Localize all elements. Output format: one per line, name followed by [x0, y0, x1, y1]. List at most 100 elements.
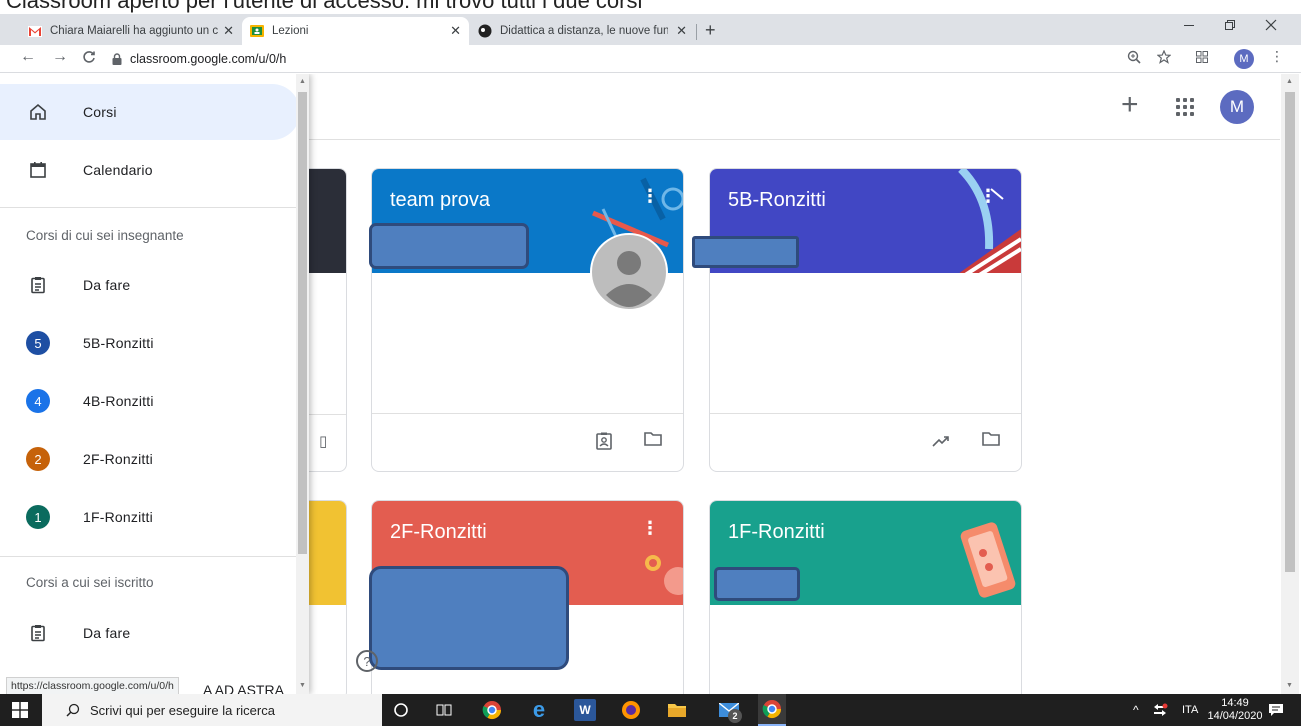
drawer-scrollbar-thumb[interactable] [298, 92, 307, 554]
new-tab-button[interactable]: + [705, 20, 716, 41]
network-icon[interactable] [1152, 694, 1168, 726]
address-bar[interactable]: classroom.google.com/u/0/h [112, 48, 1252, 70]
language-indicator[interactable]: ITA [1182, 694, 1198, 726]
classroom-icon [250, 24, 264, 38]
close-icon[interactable]: ✕ [676, 23, 687, 39]
action-center-icon[interactable] [1268, 694, 1284, 726]
home-icon [26, 100, 50, 124]
course-card-body [710, 273, 1021, 413]
drawer-item-label: Da fare [83, 277, 131, 293]
taskbar-search-box[interactable]: Scrivi qui per eseguire la ricerca [42, 694, 382, 726]
windows-start-button[interactable] [0, 694, 40, 726]
banner-illustration [960, 522, 1016, 598]
drawer-item-enrolled-todo[interactable]: Da fare [0, 605, 300, 661]
word-icon[interactable]: W [574, 699, 596, 721]
drawer-item-1f-ronzitti[interactable]: 1 1F-Ronzitti [0, 489, 300, 545]
clock-time: 14:49 [1221, 697, 1249, 709]
browser-menu-icon[interactable]: ⋮ [1270, 48, 1284, 65]
drawer-item-corsi[interactable]: Corsi [0, 84, 300, 140]
scroll-up-icon[interactable]: ▲ [1286, 78, 1293, 85]
redaction-box [714, 567, 800, 601]
folder-icon[interactable] [644, 432, 662, 451]
course-card-title[interactable]: team prova [390, 189, 490, 212]
user-avatar[interactable]: M [1220, 90, 1254, 124]
drawer-scrollbar[interactable]: ▲ ▼ [296, 74, 309, 694]
more-options-icon[interactable]: ⋮ [979, 187, 997, 205]
gradebook-icon[interactable] [596, 432, 612, 455]
add-class-button[interactable]: + [1121, 88, 1139, 122]
course-badge-wrap: 1 [26, 505, 50, 529]
zoom-icon[interactable] [1127, 50, 1141, 67]
enrolled-section-title: Corsi a cui sei iscritto [26, 575, 154, 590]
course-card-title[interactable]: 5B-Ronzitti [728, 189, 826, 212]
tab-separator [696, 24, 697, 40]
taskbar-search-placeholder: Scrivi qui per eseguire la ricerca [90, 702, 275, 718]
course-card-title[interactable]: 1F-Ronzitti [728, 521, 825, 544]
profile-avatar[interactable]: M [1234, 49, 1254, 69]
course-card-footer [710, 413, 1021, 471]
notification-count-badge: 2 [728, 709, 742, 723]
folder-icon[interactable]: ▯ [319, 432, 327, 450]
drawer-item-label: Corsi [83, 104, 117, 120]
more-options-icon[interactable]: ⋮ [641, 187, 659, 205]
task-view-icon[interactable] [433, 699, 455, 721]
close-icon[interactable]: ✕ [450, 23, 461, 39]
drawer-item-5b-ronzitti[interactable]: 5 5B-Ronzitti [0, 315, 300, 371]
folder-icon[interactable] [982, 432, 1000, 451]
scroll-down-icon[interactable]: ▼ [1286, 682, 1293, 689]
drawer-item-4b-ronzitti[interactable]: 4 4B-Ronzitti [0, 373, 300, 429]
todo-icon [26, 273, 50, 297]
back-button[interactable]: ← [20, 48, 36, 66]
course-badge: 2 [26, 447, 50, 471]
help-icon[interactable]: ? [356, 650, 378, 672]
chrome-icon[interactable] [481, 699, 503, 721]
tab-lezioni[interactable]: Lezioni ✕ [242, 17, 469, 45]
tab-gmail[interactable]: Chiara Maiarelli ha aggiunto un c ✕ [20, 17, 242, 45]
edge-icon[interactable]: e [528, 697, 550, 722]
course-card-5b-ronzitti[interactable]: 5B-Ronzitti ⋮ [709, 168, 1022, 472]
taskbar-clock[interactable]: 14:49 14/04/2020 [1207, 694, 1262, 726]
lock-icon [112, 53, 122, 65]
mail-icon[interactable]: 2 [712, 699, 746, 723]
file-explorer-icon[interactable] [666, 699, 688, 721]
drawer-item-calendario[interactable]: Calendario [0, 142, 300, 198]
drawer-item-label: 2F-Ronzitti [83, 451, 153, 467]
drawer-divider [0, 207, 309, 208]
drawer-item-2f-ronzitti[interactable]: 2 2F-Ronzitti [0, 431, 300, 487]
firefox-icon[interactable] [620, 699, 642, 721]
cortana-icon[interactable] [390, 699, 412, 721]
drawer-item-teaching-todo[interactable]: Da fare [0, 257, 300, 313]
page-scrollbar[interactable]: ▲ ▼ [1281, 74, 1299, 694]
more-options-icon[interactable]: ⋮ [641, 519, 659, 537]
window-close-icon[interactable] [1265, 18, 1277, 34]
chrome-icon[interactable] [758, 694, 786, 726]
close-icon[interactable]: ✕ [223, 23, 234, 39]
minimize-icon[interactable] [1183, 18, 1195, 34]
tab-didattica-title: Didattica a distanza, le nuove fun [500, 25, 668, 37]
course-badge-wrap: 2 [26, 447, 50, 471]
tab-didattica[interactable]: Didattica a distanza, le nuove fun ✕ [470, 17, 695, 45]
restore-icon[interactable] [1224, 18, 1236, 34]
browser-toolbar: ← → classroom.google.com/u/0/h M ⋮ [0, 45, 1301, 73]
reload-button[interactable] [82, 48, 96, 69]
apps-grid-icon[interactable] [1176, 98, 1194, 116]
tray-expand-icon[interactable]: ^ [1133, 694, 1139, 726]
trending-up-icon[interactable] [932, 434, 950, 452]
scroll-up-icon[interactable]: ▲ [299, 78, 306, 85]
screen: Classroom aperto per l'utente di accesso… [0, 0, 1301, 726]
drawer-item-label: 5B-Ronzitti [83, 335, 154, 351]
redaction-box [692, 236, 799, 268]
bookmark-star-icon[interactable] [1156, 49, 1172, 67]
drawer-item-partial-label[interactable]: A AD ASTRA [203, 682, 284, 694]
extension-icon[interactable] [1196, 50, 1208, 66]
drawer-item-label: Da fare [83, 625, 131, 641]
forward-button[interactable]: → [52, 48, 68, 66]
scroll-down-icon[interactable]: ▼ [299, 682, 306, 689]
drawer-item-label: 1F-Ronzitti [83, 509, 153, 525]
teaching-section-title: Corsi di cui sei insegnante [26, 228, 184, 243]
course-card-team-prova[interactable]: team prova ⋮ [371, 168, 684, 472]
banner-illustration [958, 169, 1021, 273]
course-badge-wrap: 4 [26, 389, 50, 413]
page-scrollbar-thumb[interactable] [1285, 92, 1295, 572]
course-card-title[interactable]: 2F-Ronzitti [390, 521, 487, 544]
